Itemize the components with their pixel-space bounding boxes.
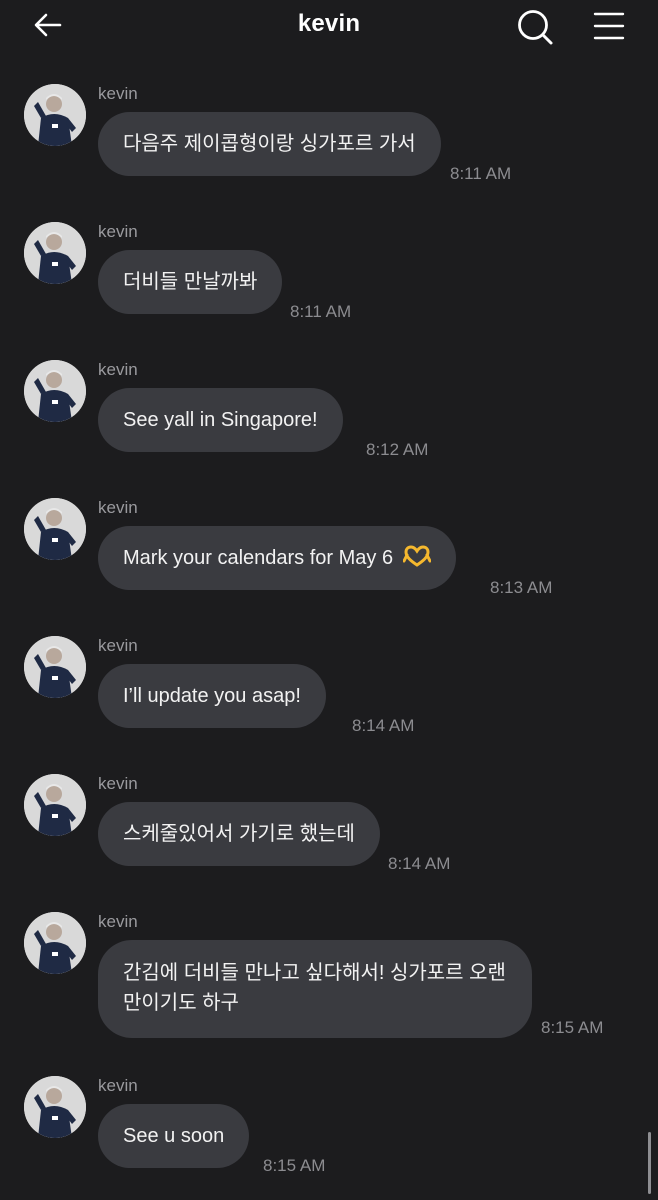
avatar[interactable] xyxy=(24,222,86,284)
avatar[interactable] xyxy=(24,498,86,560)
message-time: 8:15 AM xyxy=(541,1018,604,1037)
sender-name: kevin xyxy=(98,498,138,517)
menu-button[interactable] xyxy=(592,10,626,42)
avatar[interactable] xyxy=(24,912,86,974)
sender-name: kevin xyxy=(98,84,138,103)
message-time: 8:12 AM xyxy=(366,440,429,459)
profile-photo-icon xyxy=(24,1076,86,1138)
message-bubble[interactable]: 간김에 더비들 만나고 싶다해서! 싱가포르 오랜만이기도 하구 xyxy=(98,940,532,1038)
avatar[interactable] xyxy=(24,360,86,422)
message-bubble[interactable]: See yall in Singapore! xyxy=(98,388,343,452)
sender-name: kevin xyxy=(98,636,138,655)
message-bubble[interactable]: 더비들 만날까봐 xyxy=(98,250,283,314)
hamburger-menu-icon xyxy=(593,12,625,40)
sender-name: kevin xyxy=(98,912,138,931)
message-time: 8:14 AM xyxy=(352,716,415,735)
message-bubble[interactable]: I’ll update you asap! xyxy=(98,664,326,728)
sender-name: kevin xyxy=(98,222,138,241)
profile-photo-icon xyxy=(24,222,86,284)
message-time: 8:11 AM xyxy=(450,164,512,183)
search-button[interactable] xyxy=(514,6,556,48)
message-list[interactable]: kevin 다음주 제이콥형이랑 싱가포르 가서 8:11 AM kevin 더… xyxy=(0,56,658,1200)
message-bubble[interactable]: 다음주 제이콥형이랑 싱가포르 가서 xyxy=(98,112,441,176)
message-bubble[interactable]: See u soon xyxy=(98,1104,250,1168)
profile-photo-icon xyxy=(24,360,86,422)
profile-photo-icon xyxy=(24,498,86,560)
avatar[interactable] xyxy=(24,84,86,146)
heart-hands-emoji xyxy=(402,545,431,567)
message-bubble[interactable]: Mark your calendars for May 6 xyxy=(98,526,456,590)
profile-photo-icon xyxy=(24,636,86,698)
avatar[interactable] xyxy=(24,636,86,698)
profile-photo-icon xyxy=(24,84,86,146)
sender-name: kevin xyxy=(98,1076,138,1095)
message-text: Mark your calendars for May 6 xyxy=(123,547,394,569)
message-time: 8:15 AM xyxy=(263,1156,326,1175)
message-time: 8:13 AM xyxy=(490,578,553,597)
chat-header: kevin xyxy=(0,0,658,56)
sender-name: kevin xyxy=(98,774,138,793)
message-bubble[interactable]: 스케줄있어서 가기로 했는데 xyxy=(98,802,380,866)
search-icon xyxy=(518,10,553,45)
profile-photo-icon xyxy=(24,774,86,836)
avatar[interactable] xyxy=(24,774,86,836)
chat-title: kevin xyxy=(297,10,361,37)
profile-photo-icon xyxy=(24,912,86,974)
scrollbar[interactable] xyxy=(648,1132,651,1194)
message-time: 8:14 AM xyxy=(388,854,451,873)
sender-name: kevin xyxy=(98,360,138,379)
message-time: 8:11 AM xyxy=(290,302,352,321)
avatar[interactable] xyxy=(24,1076,86,1138)
